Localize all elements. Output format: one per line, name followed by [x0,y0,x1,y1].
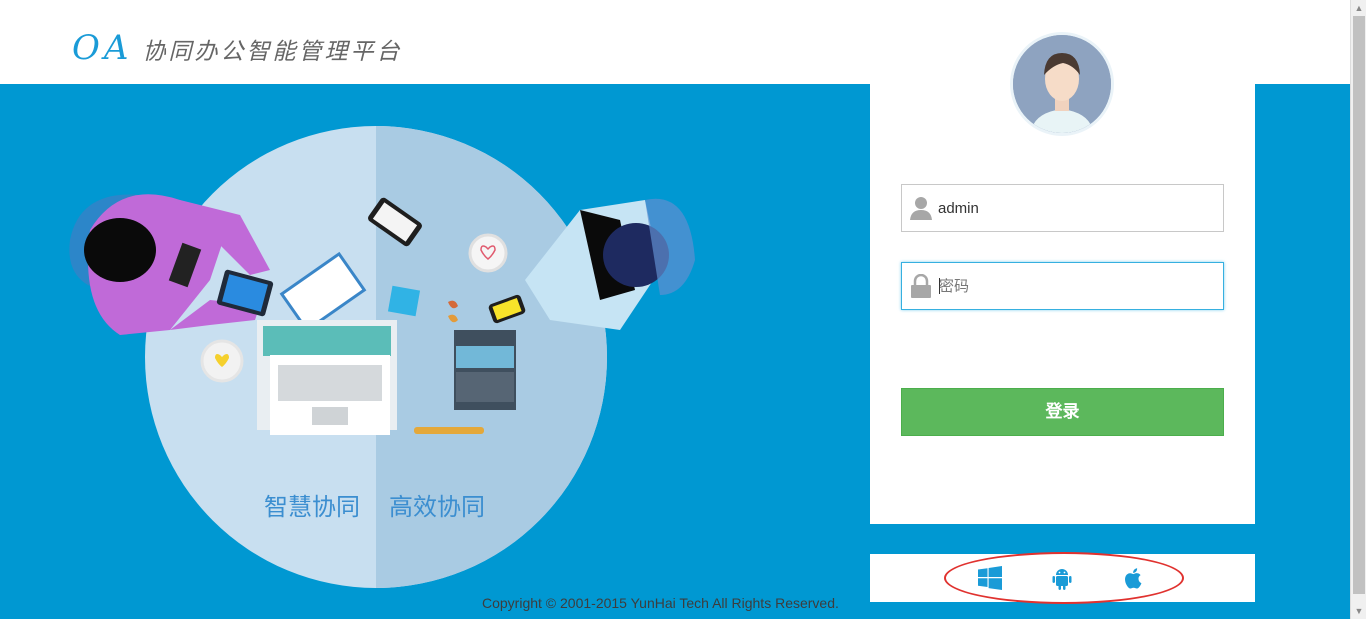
scroll-thumb[interactable] [1353,16,1365,594]
collaboration-illustration [69,126,695,588]
avatar-person-icon [1013,35,1111,133]
password-field[interactable] [901,262,1224,310]
slogan-efficient-collaboration: 高效协同 [389,494,485,521]
username-input[interactable] [938,199,1208,217]
password-input[interactable] [939,277,1209,295]
vertical-scrollbar[interactable]: ▲ ▼ [1350,0,1366,619]
lock-icon [904,263,938,309]
copyright-text: Copyright © 2001-2015 YunHai Tech All Ri… [482,595,839,611]
user-icon [904,185,938,231]
username-field[interactable] [901,184,1224,232]
user-avatar [1010,32,1114,136]
logo: OA 协同办公智能管理平台 [72,28,402,68]
header: OA 协同办公智能管理平台 [0,0,1350,84]
slogan-smart-collaboration: 智慧协同 [264,494,360,521]
logo-title: 协同办公智能管理平台 [142,39,403,65]
annotation-ellipse [944,552,1184,604]
logo-oa: OA [72,28,133,68]
scroll-up-icon[interactable]: ▲ [1351,0,1366,16]
login-button[interactable]: 登录 [901,388,1224,436]
scroll-down-icon[interactable]: ▼ [1351,603,1366,619]
